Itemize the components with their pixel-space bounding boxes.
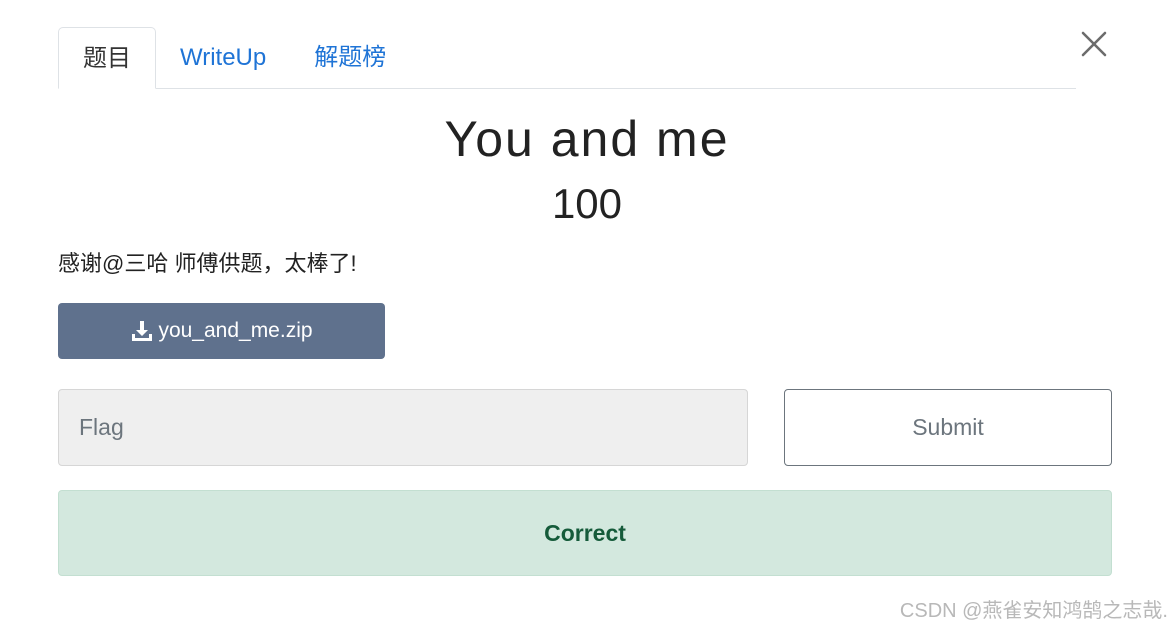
result-alert: Correct	[58, 490, 1112, 576]
challenge-modal: 题目 WriteUp 解题榜 You and me 100 感谢@三哈 师傅供题…	[0, 0, 1174, 628]
tab-bar: 题目 WriteUp 解题榜	[58, 26, 1076, 89]
tab-challenge[interactable]: 题目	[58, 27, 156, 89]
download-filename: you_and_me.zip	[158, 319, 313, 342]
challenge-title: You and me	[444, 111, 730, 167]
tab-writeup[interactable]: WriteUp	[156, 28, 290, 88]
download-file-button[interactable]: you_and_me.zip	[58, 303, 385, 359]
result-message: Correct	[544, 519, 626, 546]
close-icon	[1081, 31, 1107, 57]
submit-button[interactable]: Submit	[784, 389, 1112, 466]
challenge-points: 100	[551, 180, 623, 227]
flag-input[interactable]	[58, 389, 748, 466]
tab-solves[interactable]: 解题榜	[290, 28, 410, 88]
download-icon	[130, 319, 154, 343]
challenge-description: 感谢@三哈 师傅供题，太棒了!	[58, 251, 357, 276]
close-button[interactable]	[1078, 28, 1110, 60]
watermark: CSDN @燕雀安知鸿鹄之志哉.	[899, 600, 1168, 622]
